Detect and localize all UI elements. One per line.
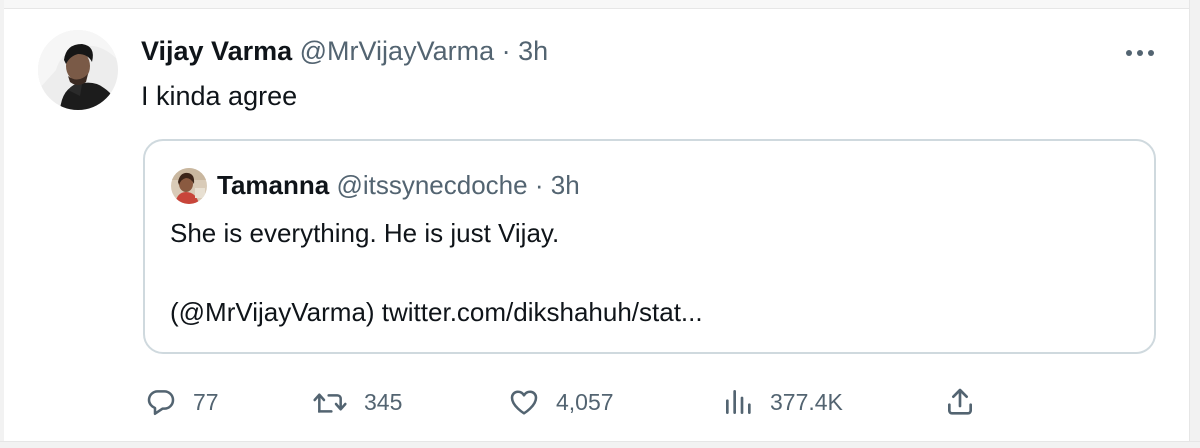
views-icon xyxy=(726,390,751,414)
tweet-text: I kinda agree xyxy=(141,81,298,111)
quoted-header-separator: · xyxy=(534,170,544,200)
like-count: 4,057 xyxy=(556,389,614,415)
share-button[interactable] xyxy=(944,385,976,419)
views-button[interactable]: 377.4K xyxy=(722,385,843,419)
window-right-edge xyxy=(1189,0,1200,448)
retweet-button[interactable]: 345 xyxy=(312,385,402,419)
quoted-tweet-card[interactable]: Tamanna @itssynecdoche · 3h She is every… xyxy=(143,139,1156,354)
tweet-timestamp[interactable]: 3h xyxy=(518,36,548,66)
author-name[interactable]: Vijay Varma xyxy=(141,36,292,66)
author-avatar[interactable] xyxy=(38,30,118,110)
retweet-icon xyxy=(313,393,347,413)
header-separator: · xyxy=(501,36,511,66)
retweet-count: 345 xyxy=(364,389,403,415)
quoted-tweet-text-line2: (@MrVijayVarma) twitter.com/dikshahuh/st… xyxy=(170,297,703,327)
like-icon xyxy=(510,390,538,415)
reply-button[interactable]: 77 xyxy=(145,385,219,419)
tweet-header: Vijay Varma @MrVijayVarma · 3h xyxy=(141,35,548,67)
more-options-button[interactable] xyxy=(1122,38,1158,68)
window-bottom-edge xyxy=(0,441,1200,448)
like-button[interactable]: 4,057 xyxy=(508,385,614,419)
window-left-edge xyxy=(0,0,4,448)
reply-count: 77 xyxy=(193,389,219,415)
quoted-tweet-header: Tamanna @itssynecdoche · 3h xyxy=(217,170,580,200)
quoted-author-avatar[interactable] xyxy=(171,168,207,204)
share-icon xyxy=(948,388,972,415)
views-count: 377.4K xyxy=(770,389,843,415)
quoted-tweet-timestamp[interactable]: 3h xyxy=(551,170,580,200)
author-handle[interactable]: @MrVijayVarma xyxy=(300,36,494,66)
quoted-tweet-text-line1: She is everything. He is just Vijay. xyxy=(170,218,560,248)
quoted-author-handle[interactable]: @itssynecdoche xyxy=(336,170,527,200)
more-horizontal-icon xyxy=(1126,50,1154,56)
quoted-author-name[interactable]: Tamanna xyxy=(217,170,329,200)
reply-icon xyxy=(147,390,175,415)
window-top-edge xyxy=(0,0,1200,9)
